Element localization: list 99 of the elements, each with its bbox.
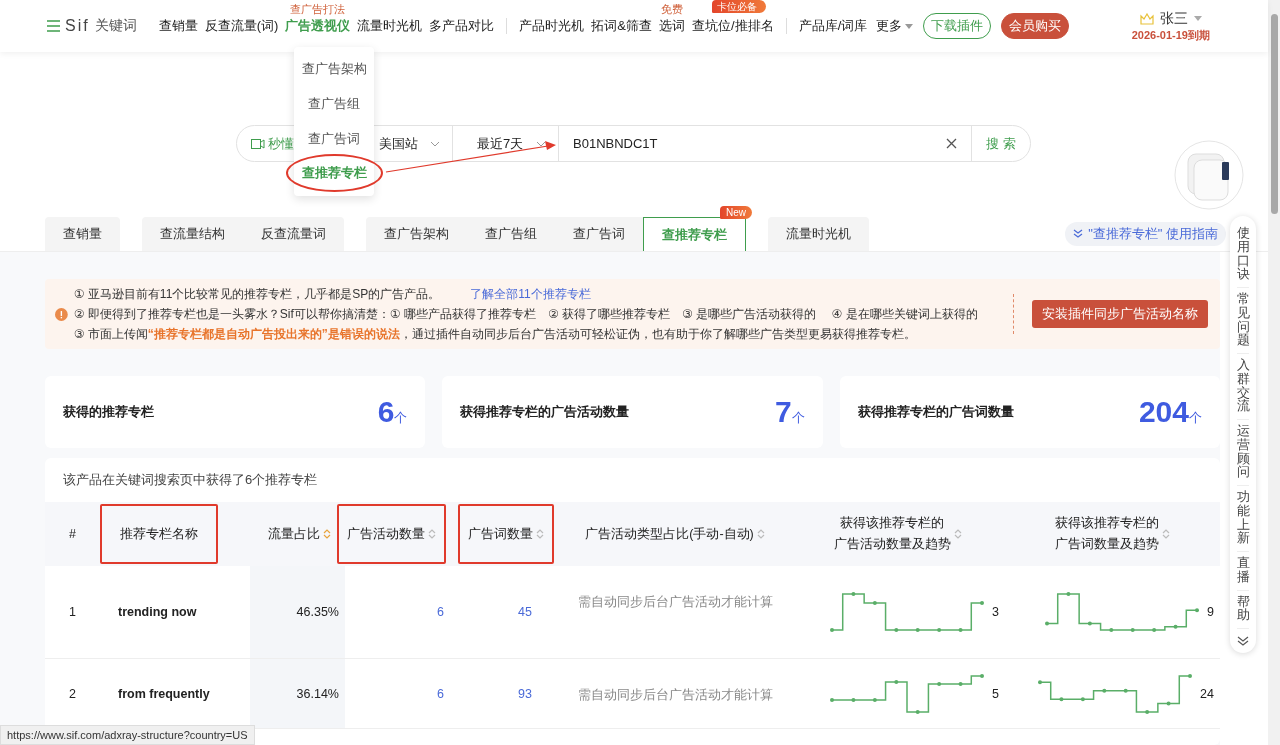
stat-label: 获得推荐专栏的广告活动数量 [460,403,630,421]
column-header[interactable]: 广告活动数量及趋势 [833,536,951,553]
column-header: 推荐专栏名称 [120,525,198,543]
side-panel-item[interactable]: 功能上新 [1236,486,1250,552]
tab[interactable]: 查广告组 [467,217,555,251]
chevron-down-icon[interactable] [1237,635,1249,647]
sort-icon[interactable] [536,528,544,540]
column-header: # [69,527,76,541]
video-icon [251,138,265,149]
sort-icon[interactable] [323,528,331,540]
status-url: https://www.sif.com/adxray-structure?country=US [0,725,255,745]
column-header[interactable]: 广告词数量及趋势 [1055,536,1159,553]
download-plugin-button[interactable]: 下载插件 [923,13,992,39]
user-name[interactable]: 张三 [1159,9,1188,28]
chevrons-down-icon [1073,229,1084,239]
logo-text[interactable]: Sif [65,17,90,35]
side-panel-item[interactable]: 运营顾问 [1236,420,1250,486]
close-icon[interactable] [946,138,957,149]
expiry-date: 2026-01-19到期 [1131,27,1210,43]
side-panel-item[interactable]: 入群交流 [1236,354,1250,420]
table-cell: 需自动同步后台广告活动才能计算 [577,594,773,611]
stat-value: 204 [1138,397,1189,427]
column-header[interactable]: 流量占比 [268,525,320,543]
scrollbar[interactable] [1268,0,1280,745]
sort-icon[interactable] [953,528,962,540]
period-select[interactable]: 最近7天 [453,126,559,161]
caret-icon [1193,16,1202,21]
warning-icon [55,307,68,321]
tab[interactable]: 反查流量词 [243,217,344,251]
table-cell: 24 [1200,686,1214,701]
stat-label: 获得的推荐专栏 [63,403,154,421]
nav-link[interactable]: 流量时光机 [357,17,423,35]
search-button[interactable]: 搜 索 [972,133,1030,154]
column-header[interactable]: 获得该推荐专栏的 [840,515,944,532]
nav-tag: 免费 [661,2,683,17]
dropdown-item[interactable]: 查广告架构 [301,51,367,86]
table-cell[interactable]: 6 [437,605,444,619]
menu-icon[interactable] [47,20,60,32]
sort-icon[interactable] [756,528,765,540]
tab[interactable]: 流量时光机 [768,217,869,251]
dropdown-item[interactable]: 查广告组 [308,86,360,121]
table-cell: 9 [1207,605,1214,619]
notice-text: ② 即便得到了推荐专栏也是一头雾水？Sif可以帮你搞清楚：① 哪些产品获得了推荐专栏 ② 获得了哪些推荐专栏 ③ 是哪些广告活动获得的 ④ 是在哪些关键词上获得的 [73,306,979,323]
table-cell: from frequently [118,686,210,701]
more-menu[interactable]: 更多 [876,17,903,35]
nav-link[interactable]: 多产品对比 [429,17,495,35]
column-header[interactable]: 广告词数量 [468,525,533,543]
notice-text: ① 亚马逊目前有11个比较常见的推荐专栏，几乎都是SP的广告产品。 [73,286,441,303]
caret-icon [905,23,914,29]
tab[interactable]: 查流量结构 [142,217,243,251]
table-cell: 36.14% [296,686,339,701]
table-cell: trending now [118,605,197,619]
table-cell[interactable]: 45 [518,605,532,619]
sort-icon[interactable] [428,528,436,540]
crown-icon [1139,12,1154,25]
nav-link[interactable]: 查销量 [158,17,198,35]
install-plugin-button[interactable]: 安装插件同步广告活动名称 [1032,300,1208,328]
side-panel-item[interactable]: 使用口诀 [1236,222,1250,288]
stat-unit: 个 [394,410,408,427]
membership-button[interactable]: 会员购买 [1001,13,1070,39]
table-cell: 需自动同步后台广告活动才能计算 [577,687,773,704]
table-cell: 2 [69,686,76,701]
nav-link[interactable]: 查坑位/推排名 [692,17,774,35]
stat-unit: 个 [791,410,805,427]
video-link[interactable]: 秒懂 [268,134,294,153]
table-cell: 3 [992,605,999,619]
nav-link[interactable]: 拓词&筛查 [591,17,652,35]
table-cell[interactable]: 93 [518,686,532,701]
side-panel-item[interactable]: 直播 [1236,552,1250,591]
nav-link[interactable]: 选词 [659,17,685,35]
caret-icon [430,140,440,147]
nav-link[interactable]: 反查流量(词) [204,17,279,35]
table-cell: 5 [992,686,999,701]
stat-label: 获得推荐专栏的广告词数量 [857,403,1014,421]
side-panel-item[interactable]: 帮助 [1236,590,1250,629]
nav-link[interactable]: 产品库/词库 [798,17,868,35]
new-badge: New [720,206,752,219]
nav-tag: 卡位必备 [712,0,766,13]
notice-link[interactable]: 了解全部11个推荐专栏 [470,285,591,303]
nav-link[interactable]: 产品时光机 [519,17,585,35]
sort-icon[interactable] [1162,528,1170,540]
tab[interactable]: 查销量 [45,217,120,251]
notice-text: ③ 市面上传闻“推荐专栏都是自动广告投出来的”是错误的说法，通过插件自动同步后台广告活动可轻松证伪，也有助于你了解哪些广告类型更易获得推荐专栏。 [73,326,917,343]
column-header[interactable]: 获得该推荐专栏的 [1055,515,1159,532]
search-field[interactable]: B01NBNDC1T [573,136,658,151]
logo-subtitle: 关键词 [94,17,137,35]
table-cell: 1 [69,605,76,619]
caret-icon [536,140,546,147]
side-panel-item[interactable]: 常见问题 [1236,288,1250,354]
dropdown-item[interactable]: 查广告词 [308,121,360,156]
table-cell[interactable]: 6 [437,686,444,701]
table-cell: 46.35% [296,605,339,619]
nav-tag: 查广告打法 [290,2,346,17]
stat-unit: 个 [1189,410,1202,427]
table-caption: 该产品在关键词搜索页中获得了6个推荐专栏 [63,471,318,489]
stat-value: 7 [774,397,792,427]
tab[interactable]: 查广告架构 [366,217,467,251]
stat-value: 6 [377,397,395,427]
tab[interactable]: 查广告词 [555,217,643,251]
